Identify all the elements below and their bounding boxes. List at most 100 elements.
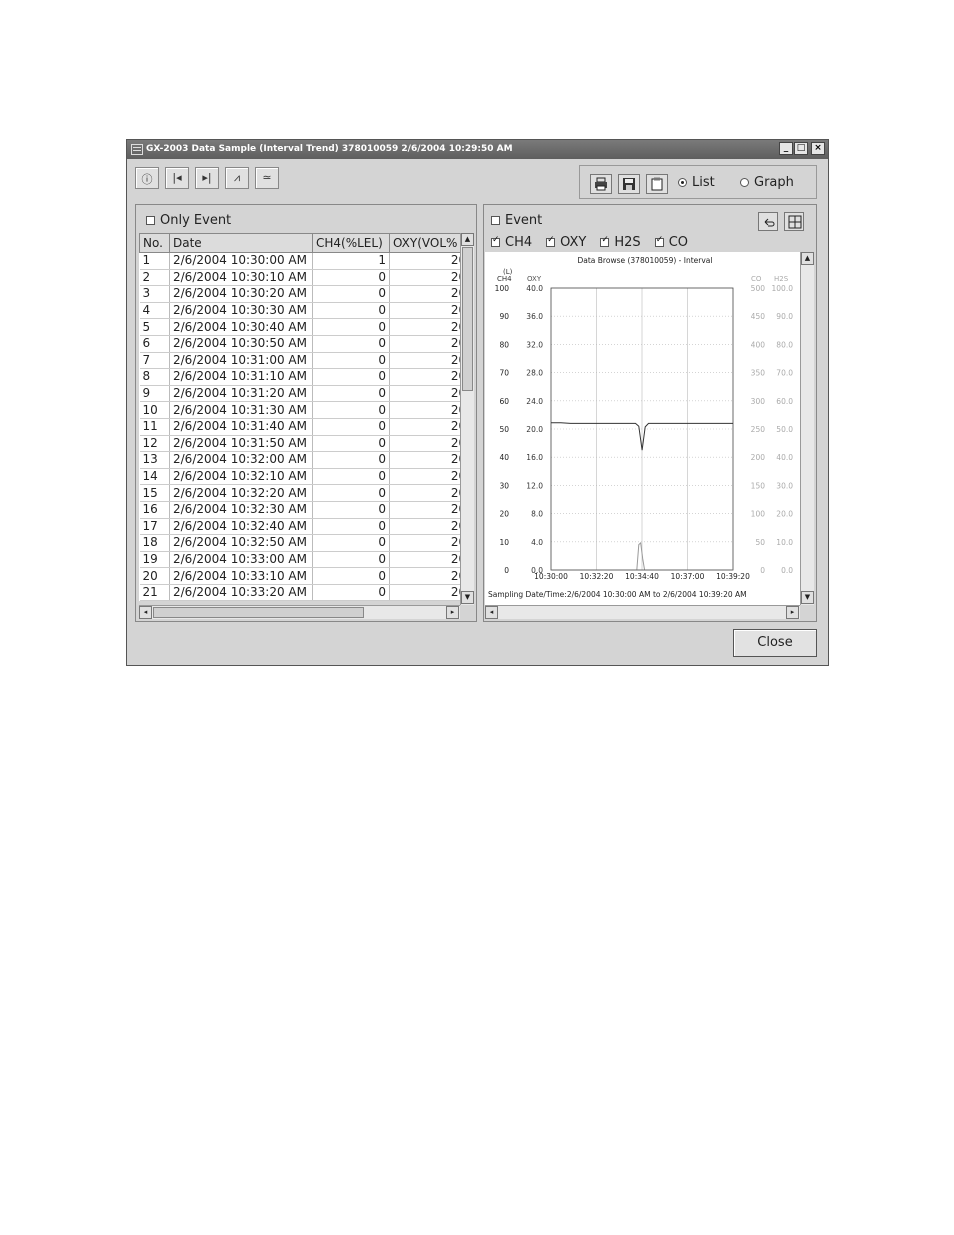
scroll-up-arrow-icon[interactable]: ▲ — [461, 233, 474, 246]
cell-no: 10 — [139, 401, 170, 419]
save-button[interactable] — [618, 174, 640, 194]
graph-scroll-down-arrow-icon[interactable]: ▼ — [801, 591, 814, 604]
title-bar[interactable]: GX-2003 Data Sample (Interval Trend) 378… — [127, 140, 828, 159]
event-box — [491, 216, 500, 225]
table-row[interactable]: 82/6/2004 10:31:10 AM020. — [139, 368, 474, 386]
ch4-tick-label: 70 — [499, 369, 509, 378]
close-button[interactable]: Close — [733, 629, 817, 657]
oxy-tick-label: 8.0 — [531, 510, 543, 519]
cell-ch4: 0 — [312, 451, 390, 469]
ch4-tick-label: 20 — [499, 510, 509, 519]
only-event-checkbox[interactable]: Only Event — [146, 213, 231, 228]
minimize-button[interactable]: _ — [779, 142, 793, 155]
cell-ch4: 0 — [312, 285, 390, 303]
graph-scroll-left-arrow-icon[interactable]: ◂ — [485, 606, 498, 619]
table-row[interactable]: 142/6/2004 10:32:10 AM020. — [139, 468, 474, 486]
graph-horizontal-scrollbar[interactable]: ◂ ▸ — [485, 605, 800, 619]
cell-no: 8 — [139, 368, 170, 386]
cell-date: 2/6/2004 10:31:50 AM — [169, 435, 313, 453]
ch4-tick-label: 30 — [499, 481, 509, 490]
co-tick-label: 0 — [760, 566, 765, 575]
first-record-button[interactable]: |◂ — [165, 167, 189, 189]
table-row[interactable]: 62/6/2004 10:30:50 AM020. — [139, 335, 474, 353]
undo-zoom-button[interactable] — [758, 212, 778, 231]
list-radio[interactable]: List — [678, 175, 715, 190]
table-hscroll-thumb[interactable] — [153, 607, 364, 618]
table-row[interactable]: 182/6/2004 10:32:50 AM020. — [139, 534, 474, 552]
table-row[interactable]: 22/6/2004 10:30:10 AM020. — [139, 269, 474, 287]
table-row[interactable]: 162/6/2004 10:32:30 AM020. — [139, 501, 474, 519]
table-row[interactable]: 202/6/2004 10:33:10 AM020. — [139, 567, 474, 585]
scroll-right-arrow-icon[interactable]: ▸ — [446, 606, 459, 619]
cell-date: 2/6/2004 10:31:40 AM — [169, 418, 313, 436]
table-row[interactable]: 42/6/2004 10:30:30 AM020. — [139, 302, 474, 320]
table-row[interactable]: 102/6/2004 10:31:30 AM020. — [139, 401, 474, 419]
cell-date: 2/6/2004 10:30:40 AM — [169, 318, 313, 336]
co-tick-label: 250 — [751, 425, 766, 434]
table-row[interactable]: 172/6/2004 10:32:40 AM020. — [139, 518, 474, 536]
print-button[interactable] — [590, 174, 612, 194]
series-toggle-h2s[interactable]: H2S — [600, 235, 641, 250]
maximize-button[interactable]: □ — [794, 142, 808, 155]
scroll-left-arrow-icon[interactable]: ◂ — [139, 606, 152, 619]
oxy-tick-label: 20.0 — [526, 425, 543, 434]
table-row[interactable]: 212/6/2004 10:33:20 AM020. — [139, 584, 474, 602]
col-header-date[interactable]: Date — [169, 233, 313, 253]
series-toggle-ch4[interactable]: CH4 — [491, 235, 532, 250]
table-scroll-thumb[interactable] — [462, 247, 473, 391]
table-row[interactable]: 72/6/2004 10:31:00 AM020. — [139, 352, 474, 370]
grid-toggle-button[interactable] — [784, 212, 804, 231]
info-button[interactable]: ⓘ — [135, 167, 159, 189]
table-vertical-scrollbar[interactable]: ▲ ▼ — [460, 233, 474, 605]
graph-scroll-up-arrow-icon[interactable]: ▲ — [801, 252, 814, 265]
cell-no: 4 — [139, 302, 170, 320]
series-toggle-co[interactable]: CO — [654, 235, 688, 250]
table-row[interactable]: 132/6/2004 10:32:00 AM020. — [139, 451, 474, 469]
graph-scroll-right-arrow-icon[interactable]: ▸ — [786, 606, 799, 619]
oxy-tick-label: 12.0 — [526, 481, 543, 490]
close-window-button[interactable]: × — [811, 142, 825, 155]
x-tick-label: 10:34:40 — [625, 572, 659, 581]
cell-date: 2/6/2004 10:32:10 AM — [169, 468, 313, 486]
table-row[interactable]: 122/6/2004 10:31:50 AM020. — [139, 435, 474, 453]
table-row[interactable]: 92/6/2004 10:31:20 AM020. — [139, 385, 474, 403]
h2s-tick-label: 70.0 — [776, 369, 793, 378]
x-tick-label: 10:39:20 — [716, 572, 750, 581]
last-record-button[interactable]: ▸| — [195, 167, 219, 189]
copy-clipboard-button[interactable] — [646, 174, 668, 194]
event-checkbox[interactable]: Event — [491, 213, 542, 228]
h2s-tick-label: 30.0 — [776, 481, 793, 490]
cell-no: 18 — [139, 534, 170, 552]
trend-chart[interactable]: Data Browse (378010059) - Interval (L) C… — [485, 252, 800, 605]
table-row[interactable]: 52/6/2004 10:30:40 AM020. — [139, 318, 474, 336]
chart-grid — [550, 287, 734, 571]
series-toggle-oxy[interactable]: OXY — [546, 235, 586, 250]
graph-button[interactable]: ⩘ — [225, 167, 249, 189]
window-controls: _ □ × — [779, 142, 825, 155]
table-row[interactable]: 192/6/2004 10:33:00 AM020. — [139, 551, 474, 569]
table-row[interactable]: 152/6/2004 10:32:20 AM020. — [139, 484, 474, 502]
table-row[interactable]: 32/6/2004 10:30:20 AM020. — [139, 285, 474, 303]
co-tick-label: 400 — [751, 340, 766, 349]
table-row[interactable]: 12/6/2004 10:30:00 AM120. — [139, 252, 474, 270]
graph-vertical-scrollbar[interactable]: ▲ ▼ — [800, 252, 814, 605]
cell-no: 11 — [139, 418, 170, 436]
x-tick-label: 10:37:00 — [671, 572, 705, 581]
trend-button[interactable]: ≃ — [255, 167, 279, 189]
cell-no: 16 — [139, 501, 170, 519]
table-row[interactable]: 112/6/2004 10:31:40 AM020. — [139, 418, 474, 436]
cell-date: 2/6/2004 10:32:40 AM — [169, 518, 313, 536]
cell-date: 2/6/2004 10:30:10 AM — [169, 269, 313, 287]
col-header-no[interactable]: No. — [139, 233, 170, 253]
co-tick-label: 100 — [751, 510, 766, 519]
table-horizontal-scrollbar[interactable]: ◂ ▸ — [139, 605, 460, 619]
series-toggle-oxy-label: OXY — [560, 235, 587, 250]
graph-radio[interactable]: Graph — [740, 175, 794, 190]
col-header-ch4[interactable]: CH4(%LEL) — [312, 233, 390, 253]
scroll-down-arrow-icon[interactable]: ▼ — [461, 591, 474, 604]
ch4-tick-label: 50 — [499, 425, 509, 434]
cell-date: 2/6/2004 10:32:30 AM — [169, 501, 313, 519]
sampling-footer: Sampling Date/Time:2/6/2004 10:30:00 AM … — [488, 590, 747, 599]
grid-icon — [788, 215, 802, 229]
h2s-axis-label: H2S — [774, 275, 789, 283]
